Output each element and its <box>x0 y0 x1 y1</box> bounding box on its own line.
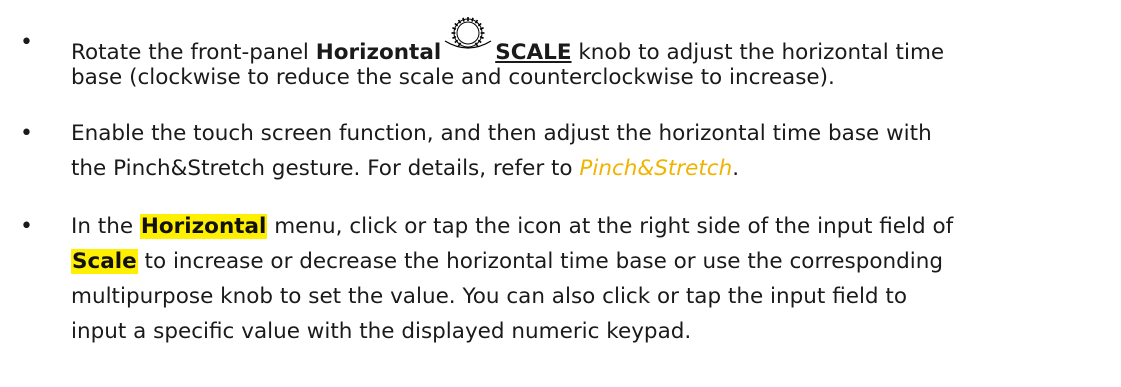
list-item-text: In the Horizontal menu, click or tap the… <box>71 209 1111 349</box>
bullet-marker: • <box>20 214 33 239</box>
menu-name-horizontal: Horizontal <box>139 214 268 239</box>
text-segment: to increase or decrease the horizontal t… <box>137 249 944 274</box>
document: • Rotate the front-panel Horizontal SCAL… <box>0 0 1121 387</box>
parameter-name-scale: Scale <box>71 249 138 274</box>
text-line: Enable the touch screen function, and th… <box>71 121 932 146</box>
text-line: multipurpose knob to set the value. You … <box>71 284 908 309</box>
text-line: the Pinch&Stretch gesture. For details, … <box>71 151 1111 186</box>
text-line: Rotate the front-panel Horizontal SCALE … <box>71 17 1111 65</box>
pinch-stretch-link[interactable]: Pinch&Stretch <box>579 156 732 181</box>
text-line: In the Horizontal menu, click or tap the… <box>71 209 1111 244</box>
bullet-marker: • <box>20 121 33 146</box>
bullet-marker: • <box>20 30 33 55</box>
text-line: Scale to increase or decrease the horizo… <box>71 244 1111 279</box>
list-item-text: Enable the touch screen function, and th… <box>71 116 1111 186</box>
list-item-text: Rotate the front-panel Horizontal SCALE … <box>71 17 1111 95</box>
text-line: input a specific value with the displaye… <box>71 319 692 344</box>
text-segment: In the <box>71 214 140 239</box>
text-segment: the Pinch&Stretch gesture. For details, … <box>71 156 580 181</box>
text-segment: . <box>732 156 740 181</box>
text-segment: menu, click or tap the icon at the right… <box>267 214 954 239</box>
rotary-knob-icon <box>439 15 497 55</box>
text-line: base (clockwise to reduce the scale and … <box>71 65 835 90</box>
rotary-knob-icon-graphic <box>444 17 492 49</box>
